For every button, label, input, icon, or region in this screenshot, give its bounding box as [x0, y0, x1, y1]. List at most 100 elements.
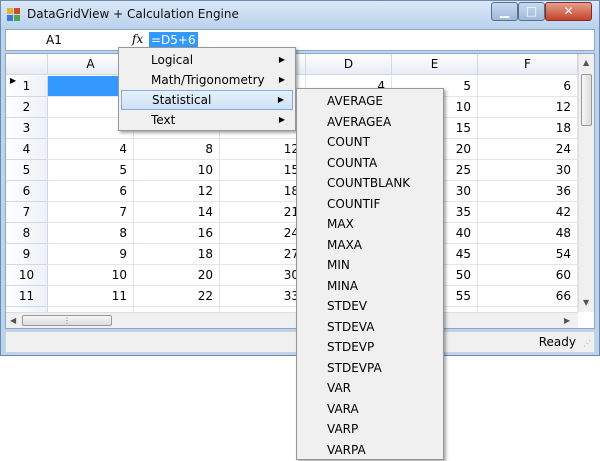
- corner-header[interactable]: [6, 54, 48, 75]
- scroll-right-icon[interactable]: ▶: [564, 316, 570, 325]
- status-text: Ready: [538, 335, 576, 349]
- submenu-item-averagea[interactable]: AVERAGEA: [299, 112, 441, 133]
- submenu-item-max[interactable]: MAX: [299, 214, 441, 235]
- submenu-item-stdevpa[interactable]: STDEVPA: [299, 358, 441, 379]
- table-row: 10 10 20 30 50 60: [6, 265, 578, 286]
- grid-cell[interactable]: 7: [48, 202, 134, 223]
- grid-cell[interactable]: 11: [48, 286, 134, 307]
- row-header[interactable]: 4: [6, 139, 48, 160]
- submenu-item-stdeva[interactable]: STDEVA: [299, 317, 441, 338]
- table-row: 8 8 16 24 40 48: [6, 223, 578, 244]
- grid-cell[interactable]: 12: [220, 139, 306, 160]
- grid-cell[interactable]: 33: [220, 286, 306, 307]
- cell-reference-box[interactable]: A1: [6, 30, 118, 50]
- grid-cell[interactable]: 30: [478, 160, 578, 181]
- table-row: 4 4 8 12 20 24: [6, 139, 578, 160]
- chevron-right-icon: ▶: [278, 75, 285, 84]
- submenu-item-stdev[interactable]: STDEV: [299, 296, 441, 317]
- submenu-item-counta[interactable]: COUNTA: [299, 153, 441, 174]
- grid-cell[interactable]: 10: [134, 160, 220, 181]
- submenu-item-vara[interactable]: VARA: [299, 399, 441, 420]
- table-row: 7 7 14 21 35 42: [6, 202, 578, 223]
- submenu-item-average[interactable]: AVERAGE: [299, 91, 441, 112]
- formula-input[interactable]: =D5+6: [149, 32, 198, 48]
- row-header[interactable]: 3: [6, 118, 48, 139]
- grid-cell[interactable]: 10: [48, 265, 134, 286]
- grid-cell[interactable]: 21: [220, 202, 306, 223]
- grid-cell[interactable]: 66: [478, 286, 578, 307]
- menu-item-math-trigonometry[interactable]: Math/Trigonometry ▶: [121, 70, 293, 90]
- grid-cell[interactable]: 12: [478, 97, 578, 118]
- scroll-down-icon[interactable]: ▼: [583, 298, 589, 307]
- grid-cell[interactable]: 24: [220, 223, 306, 244]
- submenu-item-maxa[interactable]: MAXA: [299, 235, 441, 256]
- grid-cell[interactable]: 8: [48, 223, 134, 244]
- grid-cell[interactable]: 6: [478, 76, 578, 97]
- row-header[interactable]: 2: [6, 97, 48, 118]
- app-grid-icon: [7, 8, 21, 22]
- menu-item-statistical[interactable]: Statistical ▶: [121, 90, 293, 110]
- resize-grip-icon[interactable]: ⋰: [583, 339, 591, 348]
- grid-cell[interactable]: 18: [134, 244, 220, 265]
- maximize-button[interactable]: □: [518, 2, 545, 21]
- vertical-scroll-thumb[interactable]: [581, 74, 592, 126]
- submenu-item-min[interactable]: MIN: [299, 255, 441, 276]
- grid-cell[interactable]: 24: [478, 139, 578, 160]
- grid-cell[interactable]: 36: [478, 181, 578, 202]
- row-header[interactable]: 6: [6, 181, 48, 202]
- submenu-item-var[interactable]: VAR: [299, 378, 441, 399]
- scroll-up-icon[interactable]: ▲: [583, 58, 589, 67]
- grid-cell[interactable]: 48: [478, 223, 578, 244]
- close-button[interactable]: ✕: [545, 2, 592, 21]
- submenu-item-stdevp[interactable]: STDEVP: [299, 337, 441, 358]
- menu-item-label: Math/Trigonometry: [151, 73, 265, 87]
- row-header[interactable]: 9: [6, 244, 48, 265]
- grid-cell[interactable]: 5: [48, 160, 134, 181]
- menu-item-logical[interactable]: Logical ▶: [121, 50, 293, 70]
- statistical-functions-submenu: AVERAGE AVERAGEA COUNT COUNTA COUNTBLANK COUN…: [296, 88, 444, 460]
- horizontal-scrollbar[interactable]: ◀ ⋮ ▶: [6, 312, 578, 328]
- submenu-item-mina[interactable]: MINA: [299, 276, 441, 297]
- horizontal-scroll-thumb[interactable]: ⋮: [22, 315, 112, 326]
- submenu-item-varp[interactable]: VARP: [299, 419, 441, 440]
- row-header[interactable]: 8: [6, 223, 48, 244]
- formula-bar: A1 fx =D5+6: [5, 29, 595, 51]
- submenu-item-count[interactable]: COUNT: [299, 132, 441, 153]
- grid-cell[interactable]: 27: [220, 244, 306, 265]
- submenu-item-countblank[interactable]: COUNTBLANK: [299, 173, 441, 194]
- grid-cell[interactable]: 4: [48, 139, 134, 160]
- row-header[interactable]: 11: [6, 286, 48, 307]
- grid-cell[interactable]: 18: [220, 181, 306, 202]
- grid-cell[interactable]: 22: [134, 286, 220, 307]
- column-header-e[interactable]: E: [392, 54, 478, 75]
- vertical-scrollbar[interactable]: ▲ ▼: [578, 54, 594, 312]
- grid-cell[interactable]: 42: [478, 202, 578, 223]
- grid-cell[interactable]: 6: [48, 181, 134, 202]
- title-bar: DataGridView + Calculation Engine ▁ □ ✕: [1, 1, 599, 29]
- column-header-f[interactable]: F: [478, 54, 578, 75]
- grid-cell[interactable]: 54: [478, 244, 578, 265]
- row-header[interactable]: 7: [6, 202, 48, 223]
- grid-cell[interactable]: 18: [478, 118, 578, 139]
- grid-cell[interactable]: 20: [134, 265, 220, 286]
- fx-icon: fx: [132, 32, 144, 46]
- grid-cell[interactable]: 8: [134, 139, 220, 160]
- minimize-button[interactable]: ▁: [491, 2, 518, 21]
- column-header-d[interactable]: D: [306, 54, 392, 75]
- row-header[interactable]: 5: [6, 160, 48, 181]
- grid-cell[interactable]: 30: [220, 265, 306, 286]
- grid-cell[interactable]: 16: [134, 223, 220, 244]
- grid-cell[interactable]: 15: [220, 160, 306, 181]
- menu-item-text[interactable]: Text ▶: [121, 110, 293, 130]
- row-header[interactable]: 10: [6, 265, 48, 286]
- current-row-arrow-icon: ▶: [10, 76, 17, 85]
- grid-cell[interactable]: 60: [478, 265, 578, 286]
- scroll-left-icon[interactable]: ◀: [10, 316, 16, 325]
- submenu-item-countif[interactable]: COUNTIF: [299, 194, 441, 215]
- grid-cell[interactable]: 9: [48, 244, 134, 265]
- chevron-right-icon: ▶: [278, 115, 285, 124]
- submenu-item-varpa[interactable]: VARPA: [299, 440, 441, 461]
- window-title: DataGridView + Calculation Engine: [27, 7, 239, 21]
- grid-cell[interactable]: 14: [134, 202, 220, 223]
- grid-cell[interactable]: 12: [134, 181, 220, 202]
